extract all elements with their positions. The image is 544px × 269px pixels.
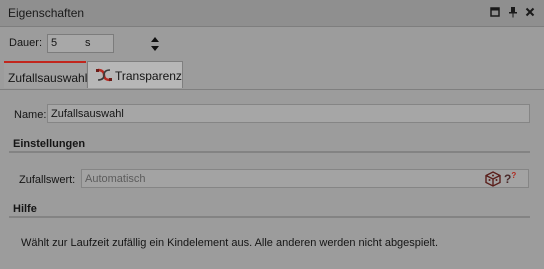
maximize-icon[interactable]: [489, 6, 501, 18]
cube-variable-icon[interactable]: [485, 171, 501, 187]
random-value-label: Zufallswert:: [19, 174, 76, 186]
tab-label: Transparenz: [115, 69, 182, 83]
help-heading: Hilfe: [13, 203, 37, 215]
tab-bar: Zufallsauswahl Transparenz: [0, 61, 544, 90]
panel-titlebar: Eigenschaften: [0, 0, 544, 27]
close-icon[interactable]: [524, 6, 536, 18]
name-field[interactable]: Zufallsauswahl: [47, 104, 530, 123]
tab-zufallsauswahl[interactable]: Zufallsauswahl: [4, 61, 88, 88]
tab-label: Zufallsauswahl: [8, 71, 88, 85]
random-value-field[interactable]: Automatisch ??: [81, 169, 529, 188]
duration-unit: s: [85, 37, 91, 49]
panel-title: Eigenschaften: [8, 6, 85, 20]
name-value[interactable]: Zufallsauswahl: [51, 108, 124, 120]
duration-label: Dauer:: [9, 37, 43, 49]
pin-icon[interactable]: [507, 6, 519, 18]
settings-heading: Einstellungen: [13, 138, 86, 150]
help-divider: [9, 216, 530, 218]
duration-row: Dauer: 5 s: [0, 32, 544, 54]
random-value-placeholder: Automatisch: [85, 173, 146, 185]
spinner-up-down-icon[interactable]: [150, 36, 160, 52]
tab-divider: [0, 89, 544, 90]
duration-stepper[interactable]: 5 s: [47, 34, 159, 53]
duration-value[interactable]: 5: [51, 37, 57, 49]
random-help-icon[interactable]: ??: [504, 171, 516, 186]
settings-divider: [9, 151, 530, 153]
transparency-effect-icon: [96, 68, 112, 82]
help-text: Wählt zur Laufzeit zufällig ein Kindelem…: [21, 237, 439, 249]
tab-transparenz[interactable]: Transparenz: [87, 61, 183, 88]
name-label: Name:: [14, 109, 47, 121]
